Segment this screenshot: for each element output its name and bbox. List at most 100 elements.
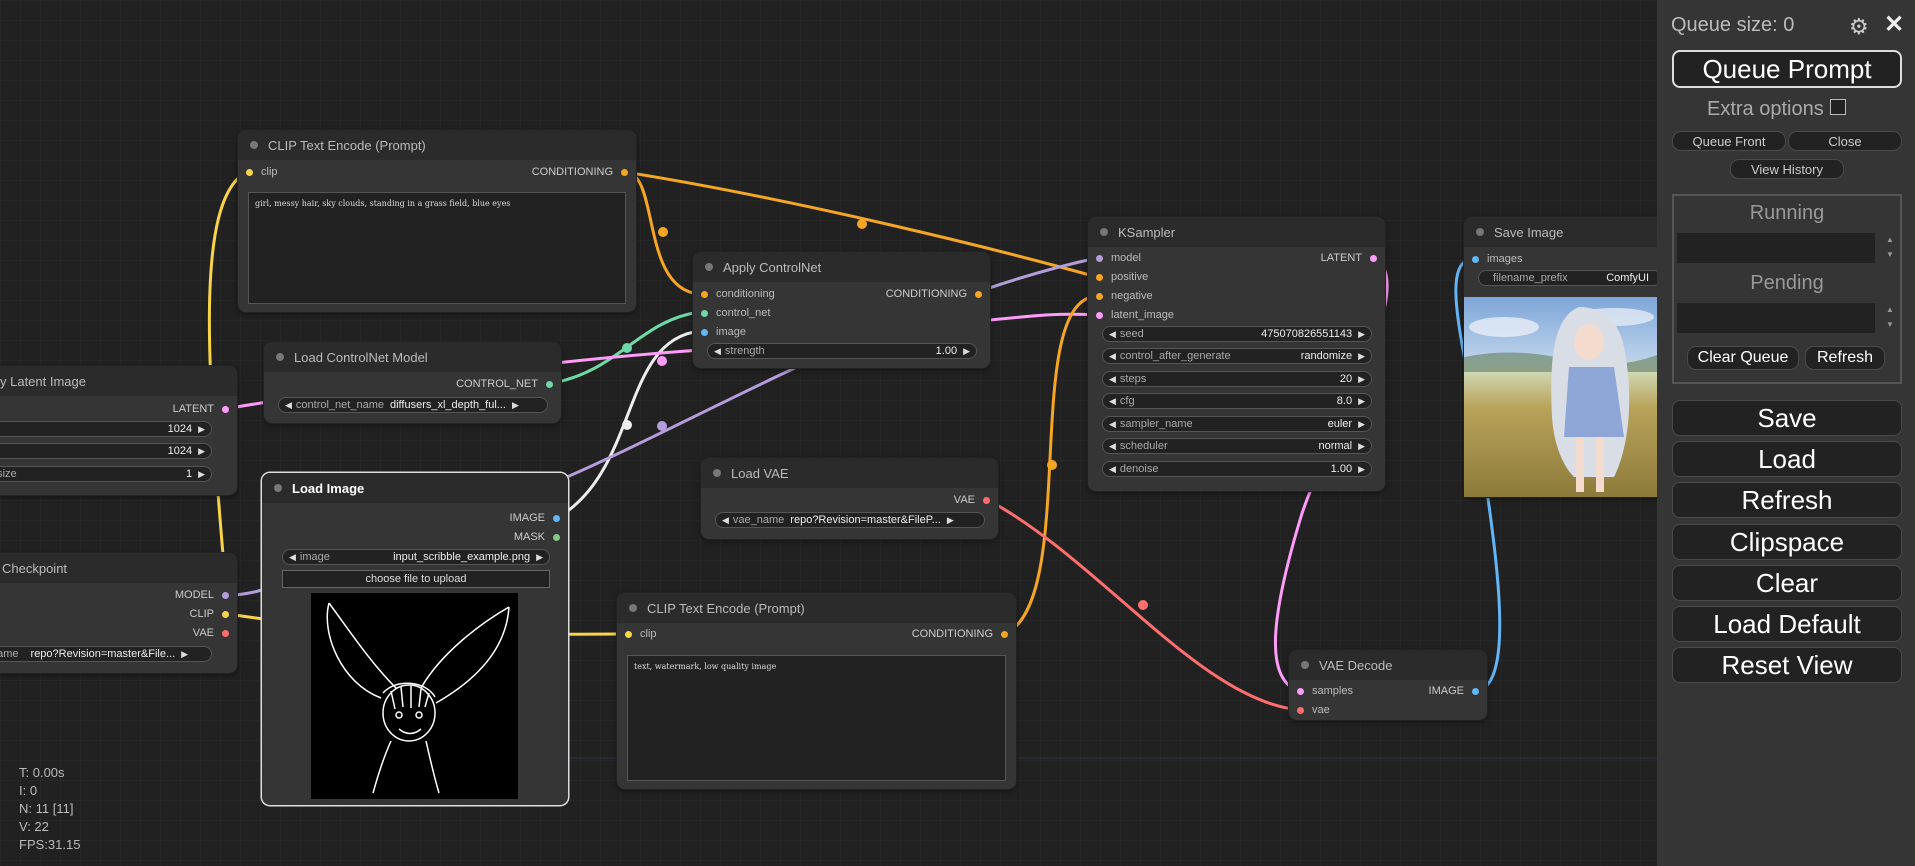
- widget-batch-size[interactable]: _size1▶: [0, 466, 212, 482]
- scroll-down-icon[interactable]: ▼: [1886, 250, 1894, 259]
- widget-ckpt-name[interactable]: namerepo?Revision=master&File...▶: [0, 646, 212, 662]
- load-default-button[interactable]: Load Default: [1672, 606, 1902, 642]
- refresh-queue-button[interactable]: Refresh: [1805, 346, 1885, 370]
- node-vae-decode[interactable]: VAE Decode samples IMAGE vae: [1289, 650, 1487, 720]
- node-save-image[interactable]: Save Image images filename_prefix ComfyUI: [1464, 217, 1657, 497]
- collapse-dot-icon[interactable]: [276, 353, 284, 361]
- prompt-textarea[interactable]: girl, messy hair, sky clouds, standing i…: [248, 192, 626, 304]
- output-slot-conditioning[interactable]: [1001, 630, 1008, 638]
- pending-list[interactable]: [1677, 303, 1875, 333]
- output-slot-latent[interactable]: [222, 405, 229, 413]
- output-slot-vae[interactable]: [983, 496, 990, 504]
- collapse-dot-icon[interactable]: [250, 141, 258, 149]
- queue-list-panel: Running ▲ ▼ Pending ▲ ▼ Clear Queue Refr…: [1672, 194, 1902, 384]
- scroll-down-icon[interactable]: ▼: [1886, 320, 1894, 329]
- widget-control-after-generate[interactable]: ◀ control_after_generate randomize ▶: [1102, 348, 1372, 364]
- close-queue-button[interactable]: Close: [1788, 131, 1902, 151]
- arrow-right-icon[interactable]: ▶: [198, 446, 205, 457]
- save-button[interactable]: Save: [1672, 400, 1902, 436]
- close-icon[interactable]: ✕: [1884, 10, 1904, 39]
- widget-sampler-name[interactable]: ◀ sampler_name euler ▶: [1102, 416, 1372, 432]
- collapse-dot-icon[interactable]: [713, 469, 721, 477]
- arrow-right-icon[interactable]: ▶: [198, 469, 205, 480]
- collapse-dot-icon[interactable]: [705, 263, 713, 271]
- reset-view-button[interactable]: Reset View: [1672, 647, 1902, 683]
- arrow-right-icon[interactable]: ▶: [198, 424, 205, 435]
- node-load-image[interactable]: Load Image IMAGE MASK ◀ image input_scribb…: [262, 473, 568, 805]
- input-slot-positive[interactable]: [1096, 273, 1103, 281]
- arrow-left-icon[interactable]: ◀: [722, 515, 729, 526]
- clear-queue-button[interactable]: Clear Queue: [1687, 346, 1799, 370]
- input-slot-images[interactable]: [1472, 255, 1479, 263]
- node-apply-controlnet[interactable]: Apply ControlNet conditioning CONDITIONI…: [693, 252, 990, 368]
- output-slot-image[interactable]: [1472, 687, 1479, 695]
- extra-options-row: Extra options: [1707, 98, 1846, 121]
- widget-vae-name[interactable]: ◀ vae_name repo?Revision=master&FileP... ▶: [715, 512, 985, 528]
- settings-gear-icon[interactable]: ⚙: [1849, 14, 1869, 40]
- widget-cfg[interactable]: ◀ cfg 8.0 ▶: [1102, 393, 1372, 409]
- widget-scheduler[interactable]: ◀ scheduler normal ▶: [1102, 438, 1372, 454]
- input-slot-negative[interactable]: [1096, 292, 1103, 300]
- refresh-button[interactable]: Refresh: [1672, 482, 1902, 518]
- queue-prompt-button[interactable]: Queue Prompt: [1672, 50, 1902, 88]
- running-list[interactable]: [1677, 233, 1875, 263]
- generated-girl-image: [1464, 307, 1657, 492]
- graph-canvas[interactable]: y Latent Image LATENT 1024▶ t1024▶ _size…: [0, 0, 1657, 866]
- output-slot-clip[interactable]: [222, 610, 229, 618]
- node-empty-latent-image[interactable]: y Latent Image LATENT 1024▶ t1024▶ _size…: [0, 366, 237, 495]
- arrow-right-icon[interactable]: ▶: [512, 400, 519, 411]
- node-title: Load ControlNet Model: [294, 349, 428, 365]
- extra-options-checkbox[interactable]: [1829, 98, 1846, 115]
- input-slot-latent-image[interactable]: [1096, 311, 1103, 319]
- output-slot-image[interactable]: [553, 514, 560, 522]
- output-slot-vae[interactable]: [222, 629, 229, 637]
- output-slot-model[interactable]: [222, 591, 229, 599]
- render-stats: T: 0.00s I: 0 N: 11 [11] V: 22 FPS:31.15: [19, 764, 80, 854]
- collapse-dot-icon[interactable]: [629, 604, 637, 612]
- arrow-right-icon[interactable]: ▶: [536, 552, 543, 563]
- collapse-dot-icon[interactable]: [1301, 661, 1309, 669]
- node-load-vae[interactable]: Load VAE VAE ◀ vae_name repo?Revision=mast…: [701, 458, 998, 539]
- node-ksampler[interactable]: KSampler model LATENT positive negative …: [1088, 217, 1385, 491]
- widget-denoise[interactable]: ◀ denoise 1.00 ▶: [1102, 461, 1372, 477]
- arrow-left-icon[interactable]: ◀: [714, 346, 721, 357]
- input-slot-control-net[interactable]: [701, 309, 708, 317]
- node-clip-text-encode-positive[interactable]: CLIP Text Encode (Prompt) clip CONDITION…: [238, 130, 636, 312]
- input-slot-image[interactable]: [701, 328, 708, 336]
- clear-button[interactable]: Clear: [1672, 565, 1902, 601]
- widget-strength[interactable]: ◀ strength 1.00 ▶: [707, 343, 977, 359]
- prompt-textarea[interactable]: text, watermark, low quality image: [627, 655, 1006, 781]
- widget-image-select[interactable]: ◀ image input_scribble_example.png ▶: [282, 549, 550, 565]
- queue-front-button[interactable]: Queue Front: [1672, 131, 1786, 151]
- arrow-left-icon[interactable]: ◀: [285, 400, 292, 411]
- view-history-button[interactable]: View History: [1730, 159, 1844, 179]
- output-slot-control-net[interactable]: [546, 380, 553, 388]
- arrow-left-icon[interactable]: ◀: [289, 552, 296, 563]
- output-slot-latent[interactable]: [1370, 254, 1377, 262]
- widget-width[interactable]: 1024 ▶: [0, 421, 212, 437]
- widget-filename-prefix[interactable]: filename_prefix ComfyUI: [1478, 270, 1657, 286]
- node-load-controlnet-model[interactable]: Load ControlNet Model CONTROL_NET ◀ contr…: [264, 342, 561, 423]
- output-slot-conditioning[interactable]: [621, 168, 628, 176]
- input-slot-vae[interactable]: [1297, 706, 1304, 714]
- choose-file-button[interactable]: choose file to upload: [282, 570, 550, 588]
- output-slot-mask[interactable]: [553, 533, 560, 541]
- node-clip-text-encode-negative[interactable]: CLIP Text Encode (Prompt) clip CONDITION…: [617, 593, 1016, 789]
- collapse-dot-icon[interactable]: [1476, 228, 1484, 236]
- arrow-right-icon[interactable]: ▶: [947, 515, 954, 526]
- widget-steps[interactable]: ◀ steps 20 ▶: [1102, 371, 1372, 387]
- scroll-up-icon[interactable]: ▲: [1886, 305, 1894, 314]
- widget-control-net-name[interactable]: ◀ control_net_name diffusers_xl_depth_ful.…: [278, 397, 548, 413]
- scroll-up-icon[interactable]: ▲: [1886, 235, 1894, 244]
- collapse-dot-icon[interactable]: [274, 484, 282, 492]
- load-button[interactable]: Load: [1672, 441, 1902, 477]
- widget-height[interactable]: t1024▶: [0, 443, 212, 459]
- clipspace-button[interactable]: Clipspace: [1672, 524, 1902, 560]
- arrow-right-icon[interactable]: ▶: [963, 346, 970, 357]
- output-slot-conditioning[interactable]: [975, 290, 982, 298]
- widget-seed[interactable]: ◀ seed 475070826551143 ▶: [1102, 326, 1372, 342]
- node-load-checkpoint[interactable]: Checkpoint MODEL CLIP VAE namerepo?Revis…: [0, 553, 237, 673]
- collapse-dot-icon[interactable]: [1100, 228, 1108, 236]
- arrow-right-icon[interactable]: ▶: [181, 649, 188, 660]
- node-title: CLIP Text Encode (Prompt): [647, 600, 805, 616]
